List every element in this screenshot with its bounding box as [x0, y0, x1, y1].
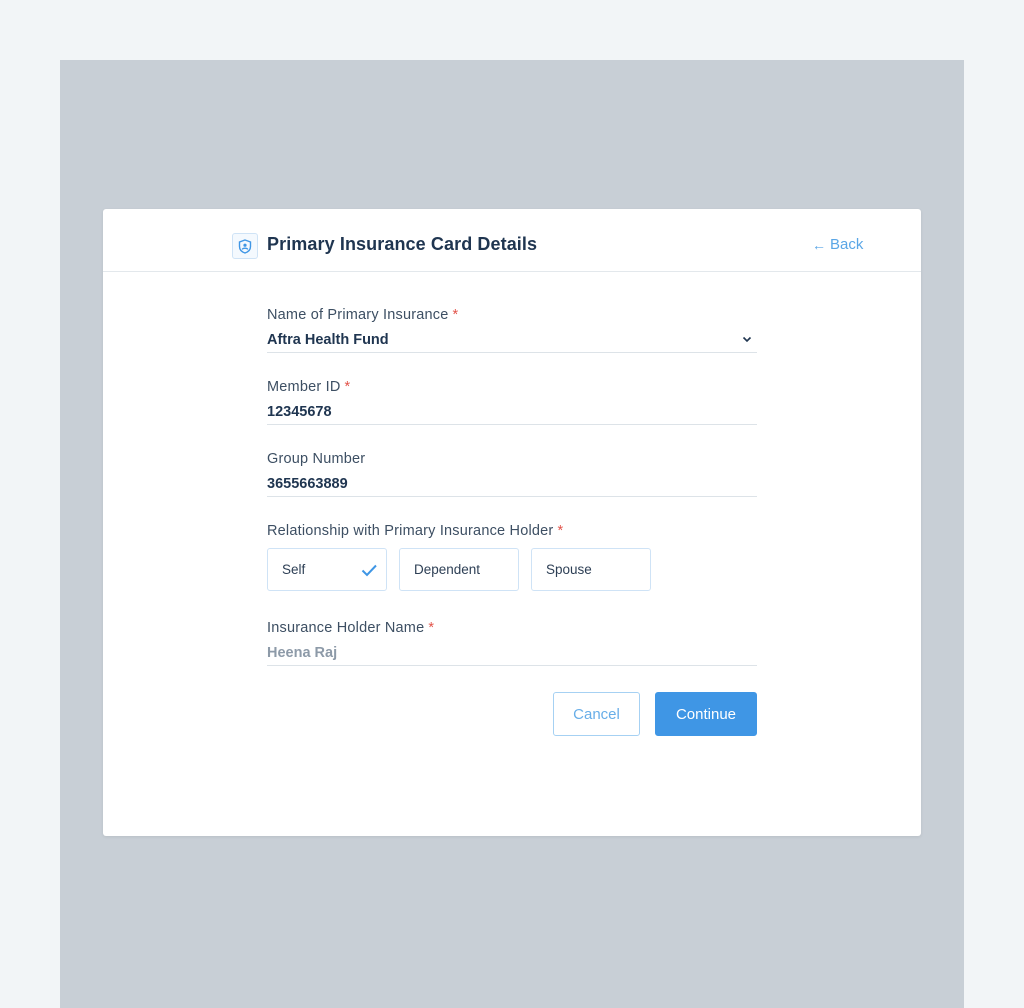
- group-number-field: Group Number 3655663889: [267, 449, 757, 497]
- arrow-left-icon: ←: [812, 236, 826, 253]
- required-mark: *: [557, 523, 564, 539]
- checkmark-icon: [361, 564, 377, 577]
- holder-name-value: Heena Raj: [267, 645, 338, 661]
- relationship-options: Self Dependent Spouse: [267, 548, 651, 591]
- relationship-field: Relationship with Primary Insurance Hold…: [267, 521, 757, 541]
- group-number-value: 3655663889: [267, 476, 348, 492]
- member-id-input[interactable]: 12345678: [267, 402, 757, 425]
- insurance-name-value: Aftra Health Fund: [267, 332, 389, 348]
- member-id-label: Member ID *: [267, 379, 351, 395]
- back-label: Back: [830, 236, 864, 253]
- option-label: Spouse: [546, 562, 592, 577]
- group-number-label: Group Number: [267, 451, 366, 467]
- page-title: Primary Insurance Card Details: [267, 234, 538, 254]
- required-mark: *: [344, 379, 351, 395]
- option-label: Self: [282, 562, 306, 577]
- insurance-card-dialog: Primary Insurance Card Details ← Back Na…: [103, 209, 921, 836]
- required-mark: *: [452, 307, 459, 323]
- holder-name-input[interactable]: Heena Raj: [267, 643, 757, 666]
- member-id-value: 12345678: [267, 404, 332, 420]
- option-label: Dependent: [414, 562, 481, 577]
- relationship-option-dependent[interactable]: Dependent: [399, 548, 519, 591]
- dialog-header: Primary Insurance Card Details ← Back: [103, 209, 921, 272]
- holder-name-field: Insurance Holder Name * Heena Raj: [267, 618, 757, 666]
- group-number-input[interactable]: 3655663889: [267, 474, 757, 497]
- continue-button[interactable]: Continue: [655, 692, 757, 736]
- required-mark: *: [428, 620, 435, 636]
- holder-name-label: Insurance Holder Name *: [267, 620, 435, 636]
- cancel-button[interactable]: Cancel: [553, 692, 640, 736]
- insurance-name-label: Name of Primary Insurance *: [267, 307, 459, 323]
- insurance-name-field: Name of Primary Insurance * Aftra Health …: [267, 305, 757, 353]
- back-button[interactable]: ← Back: [812, 236, 863, 253]
- member-id-field: Member ID * 12345678: [267, 377, 757, 425]
- shield-user-icon: [232, 233, 258, 259]
- relationship-option-self[interactable]: Self: [267, 548, 387, 591]
- chevron-down-icon: [742, 336, 752, 343]
- insurance-name-select[interactable]: Aftra Health Fund: [267, 330, 757, 353]
- relationship-label: Relationship with Primary Insurance Hold…: [267, 523, 564, 539]
- relationship-option-spouse[interactable]: Spouse: [531, 548, 651, 591]
